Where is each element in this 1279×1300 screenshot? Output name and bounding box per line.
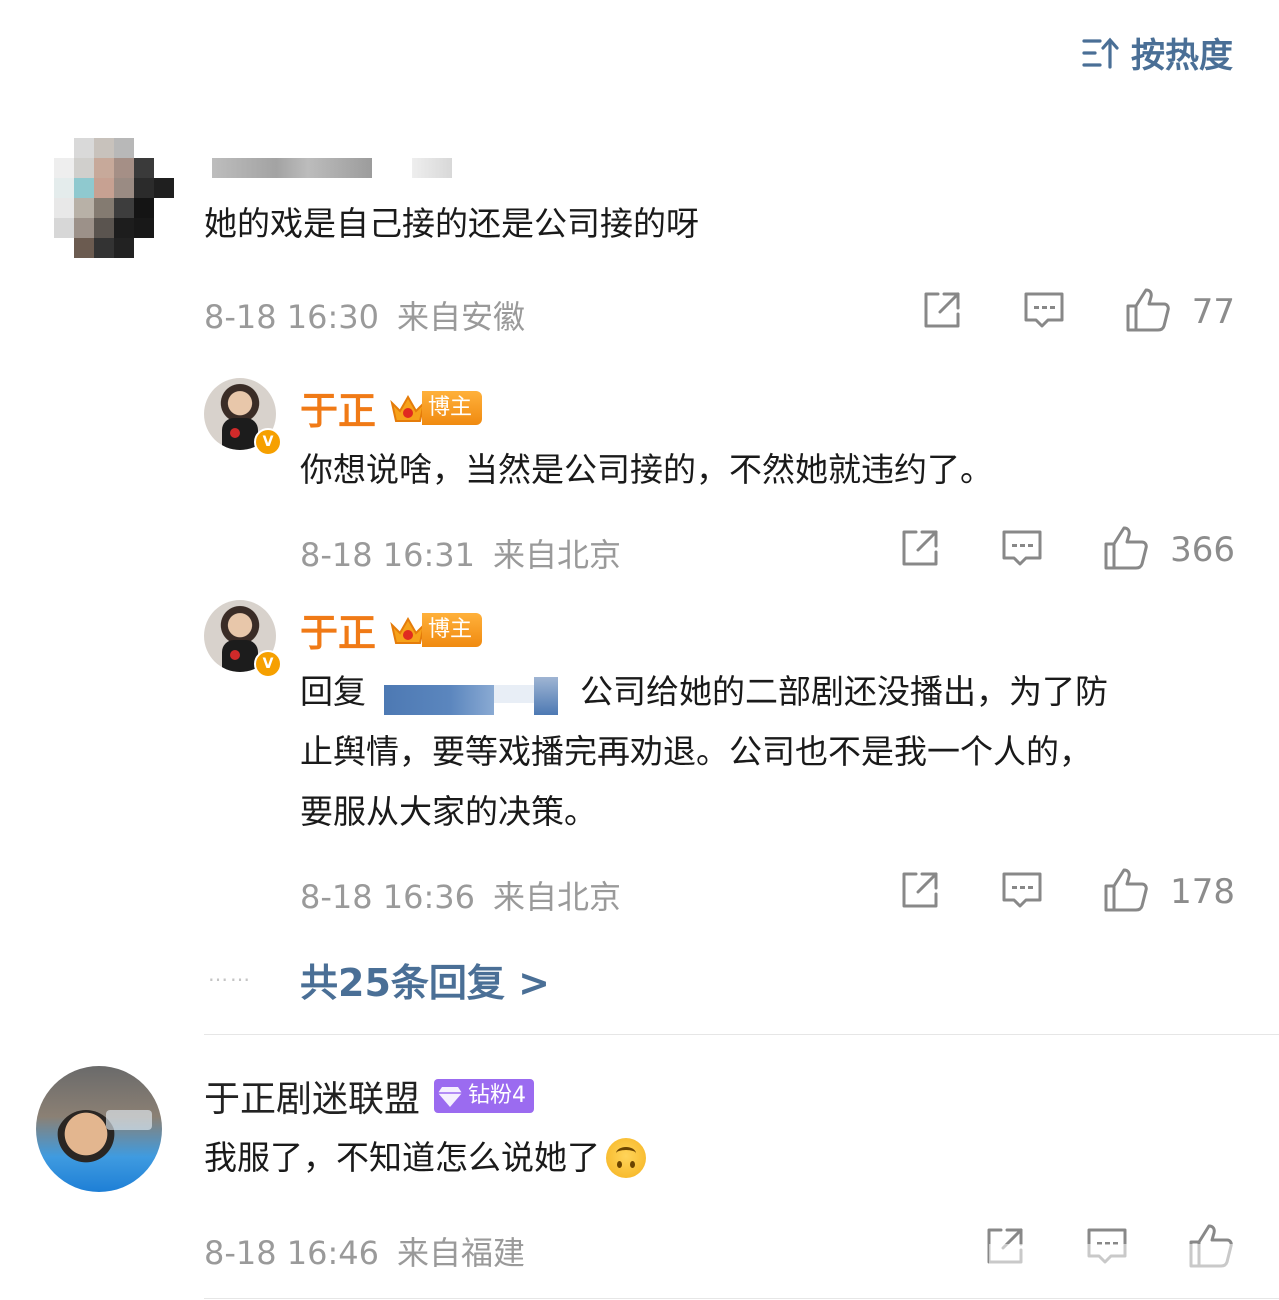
- comment-meta: 8-18 16:46 来自福建: [204, 1228, 525, 1274]
- reply-prefix: 回复: [300, 672, 366, 711]
- reply-line-3: 要服从大家的决策。: [300, 792, 597, 831]
- share-icon[interactable]: [898, 526, 942, 574]
- comment-location: 来自福建: [397, 1234, 526, 1272]
- reply-text-block: 回复 公司给她的二部剧还没播出，为了防 止舆情，要等戏播完再劝退。公司也不是我一…: [300, 662, 1240, 842]
- comment-actions: 77: [920, 286, 1235, 338]
- reply-meta: 8-18 16:36 来自北京: [300, 872, 621, 918]
- blogger-badge-label: 博主: [422, 612, 483, 647]
- share-icon[interactable]: [920, 288, 964, 336]
- mention-blurred[interactable]: [370, 673, 576, 715]
- comment-divider: [204, 1298, 1279, 1299]
- blogger-badge: 博主: [388, 611, 483, 649]
- more-replies-dots: ……: [208, 962, 252, 986]
- reply-username[interactable]: 于正: [300, 602, 376, 657]
- comment-meta: 8-18 16:30 来自安徽: [204, 292, 525, 338]
- comment-divider: [204, 1034, 1279, 1035]
- fan-level-badge: 钻粉4: [434, 1079, 535, 1113]
- blogger-badge-label: 博主: [422, 390, 483, 425]
- reply-time: 8-18 16:31: [300, 536, 476, 574]
- reply-icon[interactable]: [1000, 526, 1044, 574]
- sort-by-hot-button[interactable]: 按热度: [1081, 28, 1233, 77]
- like-icon[interactable]: [1102, 524, 1150, 576]
- username-blurred[interactable]: [212, 158, 452, 178]
- comment-time: 8-18 16:46: [204, 1234, 380, 1272]
- fan-level-label: 钻粉4: [468, 1083, 527, 1108]
- reply-icon[interactable]: [1022, 288, 1066, 336]
- reply-time: 8-18 16:36: [300, 878, 476, 916]
- reply-location: 来自北京: [493, 878, 622, 916]
- diamond-icon: [438, 1087, 463, 1107]
- reply-location: 来自北京: [493, 536, 622, 574]
- comment-username[interactable]: 于正剧迷联盟: [204, 1070, 420, 1122]
- blogger-badge: 博主: [388, 389, 483, 427]
- view-more-replies-link[interactable]: 共25条回复 >: [300, 952, 550, 1007]
- upside-down-face-emoji-icon: [606, 1138, 646, 1178]
- comment-text: 她的戏是自己接的还是公司接的呀: [204, 204, 699, 243]
- reply-line-1: 公司给她的二部剧还没播出，为了防: [580, 672, 1108, 711]
- comment-time: 8-18 16:30: [204, 298, 380, 336]
- reply-actions: 178: [898, 866, 1235, 918]
- reply-username[interactable]: 于正: [300, 380, 376, 435]
- avatar-blurred[interactable]: [54, 138, 174, 258]
- reply-line-2: 止舆情，要等戏播完再劝退。公司也不是我一个人的，: [300, 732, 1092, 771]
- reply-actions: 366: [898, 524, 1235, 576]
- sort-label: 按热度: [1131, 36, 1233, 76]
- verified-badge-icon: V: [254, 428, 282, 456]
- like-icon[interactable]: [1124, 286, 1172, 338]
- reply-meta: 8-18 16:31 来自北京: [300, 530, 621, 576]
- like-count: 178: [1170, 872, 1235, 912]
- verified-badge-icon: V: [254, 650, 282, 678]
- reply-icon[interactable]: [1000, 868, 1044, 916]
- reply-text: 你想说啥，当然是公司接的，不然她就违约了。: [300, 450, 993, 489]
- sort-icon: [1081, 36, 1119, 70]
- avatar-fanclub[interactable]: [36, 1066, 162, 1192]
- comment-location: 来自安徽: [397, 298, 526, 336]
- like-count: 77: [1191, 292, 1235, 332]
- like-icon[interactable]: [1102, 866, 1150, 918]
- share-icon[interactable]: [898, 868, 942, 916]
- watermark-blur: [989, 1244, 1249, 1280]
- like-count: 366: [1170, 530, 1235, 570]
- comment-text: 我服了，不知道怎么说她了: [204, 1138, 600, 1177]
